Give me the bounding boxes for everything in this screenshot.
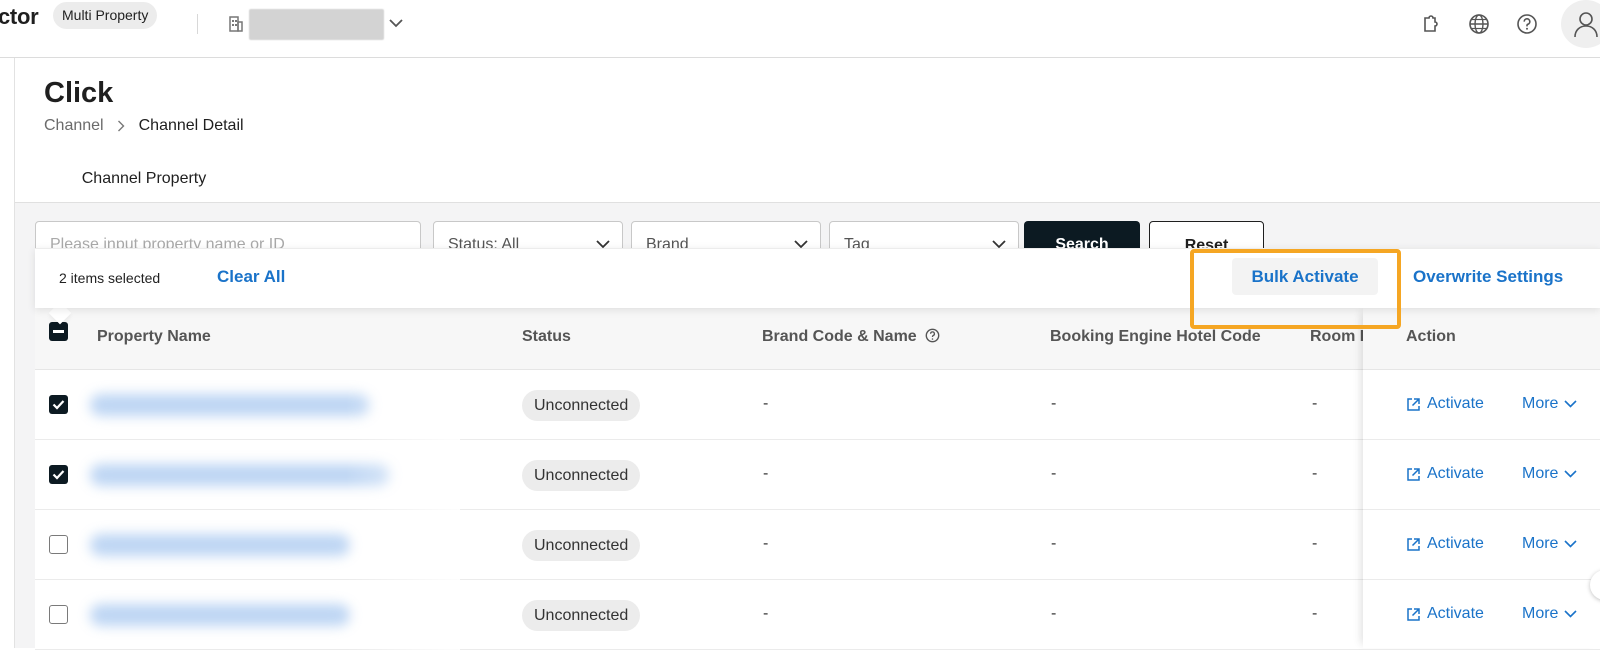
chevron-down-icon[interactable] bbox=[388, 17, 404, 29]
activate-label: Activate bbox=[1427, 605, 1484, 622]
overwrite-settings-button[interactable]: Overwrite Settings bbox=[1413, 267, 1563, 287]
chevron-down-icon bbox=[1564, 610, 1578, 618]
booking-code-value: - bbox=[1051, 605, 1057, 622]
booking-code-value: - bbox=[1051, 395, 1057, 412]
room-rate-value: - bbox=[1312, 535, 1318, 552]
topbar-divider bbox=[197, 14, 198, 34]
name-column-fade bbox=[80, 370, 460, 650]
activate-link[interactable]: Activate bbox=[1406, 465, 1484, 483]
brand-value: - bbox=[763, 395, 769, 412]
external-link-icon bbox=[1407, 537, 1420, 551]
multi-property-badge: Multi Property bbox=[53, 2, 158, 29]
clear-all-button[interactable]: Clear All bbox=[217, 267, 285, 287]
status-badge: Unconnected bbox=[522, 530, 641, 561]
activate-label: Activate bbox=[1427, 465, 1484, 482]
highlight-box bbox=[1190, 249, 1401, 329]
col-property-name[interactable]: Property Name bbox=[97, 328, 211, 346]
booking-code-value: - bbox=[1051, 465, 1057, 482]
status-badge: Unconnected bbox=[522, 460, 641, 491]
more-label: More bbox=[1522, 605, 1559, 622]
more-label: More bbox=[1522, 395, 1559, 412]
puzzle-icon[interactable] bbox=[1419, 13, 1441, 35]
check-icon bbox=[52, 400, 65, 410]
col-booking-engine[interactable]: Booking Engine Hotel Code bbox=[1050, 328, 1261, 346]
row-checkbox[interactable] bbox=[49, 465, 68, 484]
top-bar: ctor Multi Property bbox=[0, 0, 1600, 58]
status-badge: Unconnected bbox=[522, 390, 641, 421]
more-label: More bbox=[1522, 465, 1559, 482]
more-label: More bbox=[1522, 535, 1559, 552]
external-link-icon bbox=[1407, 467, 1420, 481]
activate-link[interactable]: Activate bbox=[1406, 395, 1484, 413]
external-link-icon bbox=[1407, 397, 1420, 411]
activate-link[interactable]: Activate bbox=[1406, 535, 1484, 553]
more-dropdown[interactable]: More bbox=[1522, 605, 1578, 623]
building-icon bbox=[229, 16, 243, 32]
chevron-down-icon bbox=[1564, 400, 1578, 408]
brand-value: - bbox=[763, 535, 769, 552]
room-rate-value: - bbox=[1312, 465, 1318, 482]
avatar[interactable] bbox=[1561, 0, 1600, 48]
status-badge: Unconnected bbox=[522, 600, 641, 631]
more-dropdown[interactable]: More bbox=[1522, 465, 1578, 483]
room-rate-value: - bbox=[1312, 395, 1318, 412]
col-action: Action bbox=[1406, 328, 1456, 345]
row-checkbox[interactable] bbox=[49, 395, 68, 414]
breadcrumb: Channel Channel Detail bbox=[44, 117, 244, 135]
globe-icon[interactable] bbox=[1468, 13, 1490, 35]
page-title: Click bbox=[44, 77, 114, 109]
breadcrumb-link-channel[interactable]: Channel bbox=[44, 117, 104, 135]
col-status[interactable]: Status bbox=[522, 328, 571, 346]
activate-label: Activate bbox=[1427, 395, 1484, 412]
chevron-down-icon bbox=[1564, 540, 1578, 548]
check-icon bbox=[52, 470, 65, 480]
tab-channel-property[interactable]: Channel Property bbox=[44, 160, 244, 204]
activate-link[interactable]: Activate bbox=[1406, 605, 1484, 623]
property-selector-value[interactable] bbox=[249, 9, 384, 40]
booking-code-value: - bbox=[1051, 535, 1057, 552]
breadcrumb-current: Channel Detail bbox=[138, 117, 244, 134]
room-rate-value: - bbox=[1312, 605, 1318, 622]
col-brand[interactable]: Brand Code & Name bbox=[762, 328, 940, 346]
user-icon bbox=[1574, 12, 1598, 38]
row-checkbox[interactable] bbox=[49, 605, 68, 624]
help-circle-icon[interactable] bbox=[925, 328, 940, 343]
chevron-right-icon bbox=[117, 120, 125, 132]
select-all-checkbox[interactable] bbox=[49, 322, 68, 341]
help-icon[interactable] bbox=[1516, 13, 1538, 35]
selected-count: 2 items selected bbox=[59, 270, 161, 286]
activate-label: Activate bbox=[1427, 535, 1484, 552]
brand-value: - bbox=[763, 605, 769, 622]
more-dropdown[interactable]: More bbox=[1522, 535, 1578, 553]
chevron-down-icon bbox=[1564, 470, 1578, 478]
indeterminate-mark bbox=[53, 330, 64, 333]
row-checkbox[interactable] bbox=[49, 535, 68, 554]
brand-value: - bbox=[763, 465, 769, 482]
col-brand-label: Brand Code & Name bbox=[762, 328, 917, 345]
app-logo-text: ctor bbox=[0, 4, 39, 29]
external-link-icon bbox=[1407, 607, 1420, 621]
more-dropdown[interactable]: More bbox=[1522, 395, 1578, 413]
